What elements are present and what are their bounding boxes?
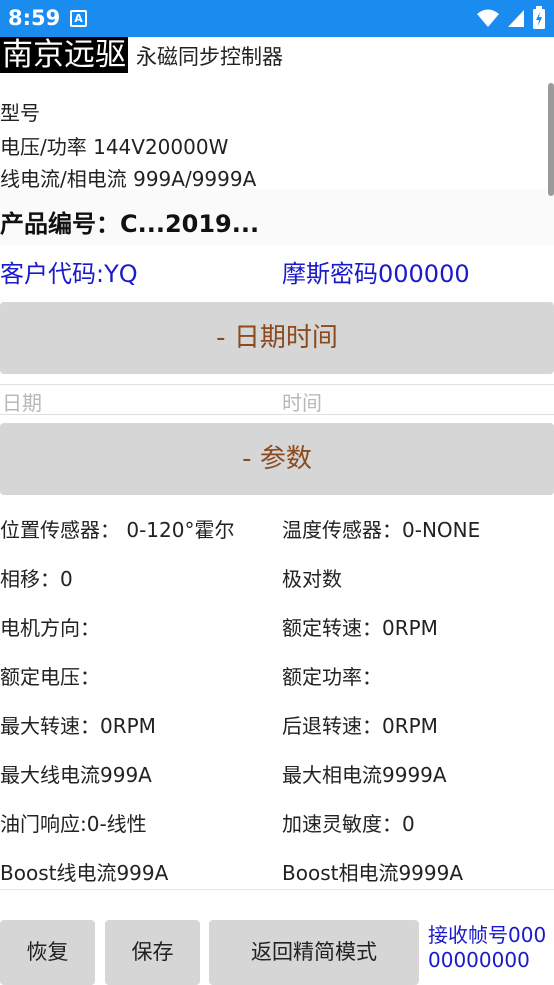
notification-icon: A [70,10,87,27]
date-field[interactable]: 日期 [2,387,42,416]
brand-title: 南京远驱 [0,37,128,73]
signal-icon [508,10,524,27]
restore-button[interactable]: 恢复 [0,920,95,985]
status-icons [476,6,546,30]
param-pole-pairs: 极对数 [282,567,342,591]
param-position-sensor: 位置传感器： 0-120°霍尔 [0,518,235,542]
battery-icon [533,6,545,29]
param-rated-voltage: 额定电压： [0,665,100,689]
param-motor-direction: 电机方向： [0,616,100,640]
time-field[interactable]: 时间 [282,387,322,416]
divider [0,889,554,890]
controller-subtitle: 永磁同步控制器 [136,45,283,69]
param-max-speed: 最大转速：0RPM [0,714,156,738]
current-label: 线电流/相电流 999A/9999A [0,167,257,191]
save-button[interactable]: 保存 [105,920,200,985]
param-temp-sensor: 温度传感器：0-NONE [282,518,481,542]
divider [0,414,554,415]
simple-mode-button[interactable]: 返回精简模式 [209,920,419,985]
param-boost-line-current: Boost线电流999A [0,861,169,885]
param-throttle-response: 油门响应:0-线性 [0,812,147,836]
param-phase-shift: 相移：0 [0,567,73,591]
morse-code: 摩斯密码000000 [282,260,470,288]
param-max-phase-current: 最大相电流9999A [282,763,447,787]
params-section-toggle[interactable]: - 参数 [0,423,554,495]
param-rated-power: 额定功率： [282,665,382,689]
main-content[interactable]: 南京远驱 永磁同步控制器 型号 电压/功率 144V20000W 线电流/相电流… [0,37,554,915]
param-boost-phase-current: Boost相电流9999A [282,861,464,885]
model-label: 型号 [0,101,40,125]
status-time: 8:59 [8,6,61,30]
param-max-line-current: 最大线电流999A [0,763,152,787]
datetime-section-toggle[interactable]: - 日期时间 [0,302,554,374]
customer-code: 客户代码:YQ [0,260,138,288]
frame-number: 接收帧号00000000000 [428,923,547,972]
product-code: 产品编号：C...2019... [0,210,260,238]
status-bar: 8:59 A [0,0,554,37]
param-reverse-speed: 后退转速：0RPM [282,714,438,738]
bottom-bar: 恢复 保存 返回精简模式 接收帧号00000000000 [0,915,554,985]
param-rated-speed: 额定转速：0RPM [282,616,438,640]
wifi-icon [477,9,499,27]
divider [0,384,554,385]
param-accel-sensitivity: 加速灵敏度：0 [282,812,415,836]
scrollbar[interactable] [548,83,554,196]
voltage-power-label: 电压/功率 144V20000W [0,135,229,159]
